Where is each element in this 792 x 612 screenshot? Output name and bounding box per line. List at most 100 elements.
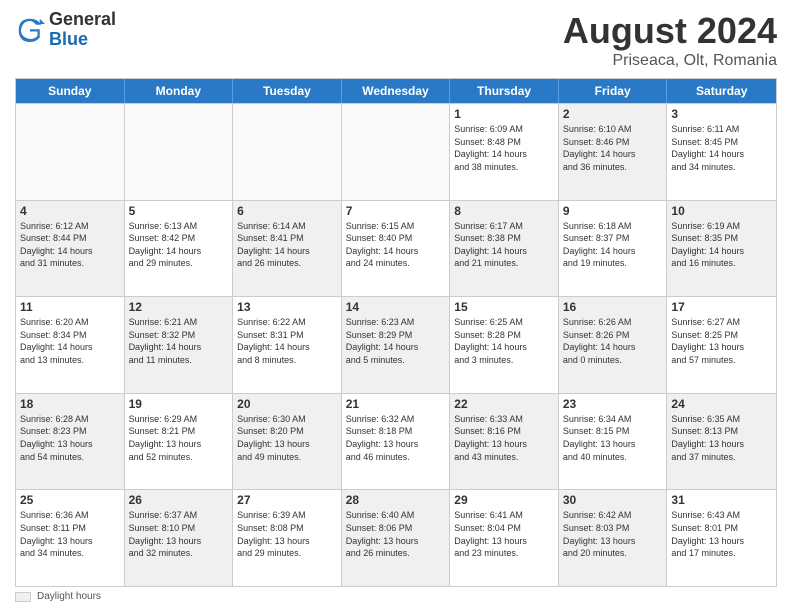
day-info: Sunrise: 6:12 AM Sunset: 8:44 PM Dayligh… (20, 220, 120, 270)
calendar-cell: 17Sunrise: 6:27 AM Sunset: 8:25 PM Dayli… (667, 297, 776, 393)
day-info: Sunrise: 6:40 AM Sunset: 8:06 PM Dayligh… (346, 509, 446, 559)
day-number: 6 (237, 204, 337, 218)
title-location: Priseaca, Olt, Romania (563, 52, 777, 70)
calendar: SundayMondayTuesdayWednesdayThursdayFrid… (15, 78, 777, 587)
calendar-header: SundayMondayTuesdayWednesdayThursdayFrid… (16, 79, 776, 103)
calendar-cell: 23 Sunrise: 6:34 AM Sunset: 8:15 PM Dayli… (559, 394, 668, 490)
logo-icon (15, 15, 45, 45)
day-info: Sunrise: 6:27 AM Sunset: 8:25 PM Dayligh… (671, 316, 772, 366)
day-number: 3 (671, 107, 772, 121)
day-number: 21 (346, 397, 446, 411)
calendar-cell: 13Sunrise: 6:22 AM Sunset: 8:31 PM Dayli… (233, 297, 342, 393)
day-number: 14 (346, 300, 446, 314)
day-number: 16 (563, 300, 663, 314)
calendar-cell: 2 Sunrise: 6:10 AM Sunset: 8:46 PM Daylig… (559, 104, 668, 200)
day-info: Sunrise: 6:32 AM Sunset: 8:18 PM Dayligh… (346, 413, 446, 463)
day-number: 5 (129, 204, 229, 218)
calendar-cell: 22 Sunrise: 6:33 AM Sunset: 8:16 PM Dayli… (450, 394, 559, 490)
calendar-cell: 4 Sunrise: 6:12 AM Sunset: 8:44 PM Daylig… (16, 201, 125, 297)
day-info: Sunrise: 6:30 AM Sunset: 8:20 PM Dayligh… (237, 413, 337, 463)
calendar-cell: 5Sunrise: 6:13 AM Sunset: 8:42 PM Daylig… (125, 201, 234, 297)
calendar-cell: 1 Sunrise: 6:09 AM Sunset: 8:48 PM Daylig… (450, 104, 559, 200)
title-block: August 2024 Priseaca, Olt, Romania (563, 10, 777, 70)
title-month: August 2024 (563, 10, 777, 52)
logo: General Blue (15, 10, 116, 50)
calendar-cell: 11Sunrise: 6:20 AM Sunset: 8:34 PM Dayli… (16, 297, 125, 393)
day-number: 22 (454, 397, 554, 411)
day-number: 9 (563, 204, 663, 218)
calendar-header-cell-sunday: Sunday (16, 79, 125, 103)
day-number: 28 (346, 493, 446, 507)
calendar-cell: 8Sunrise: 6:17 AM Sunset: 8:38 PM Daylig… (450, 201, 559, 297)
day-number: 25 (20, 493, 120, 507)
legend-box (15, 592, 31, 602)
day-info: Sunrise: 6:37 AM Sunset: 8:10 PM Dayligh… (129, 509, 229, 559)
calendar-cell: 29Sunrise: 6:41 AM Sunset: 8:04 PM Dayli… (450, 490, 559, 586)
day-info: Sunrise: 6:19 AM Sunset: 8:35 PM Dayligh… (671, 220, 772, 270)
calendar-cell: 19Sunrise: 6:29 AM Sunset: 8:21 PM Dayli… (125, 394, 234, 490)
day-info: Sunrise: 6:21 AM Sunset: 8:32 PM Dayligh… (129, 316, 229, 366)
day-number: 19 (129, 397, 229, 411)
day-info: Sunrise: 6:28 AM Sunset: 8:23 PM Dayligh… (20, 413, 120, 463)
calendar-cell: 25 Sunrise: 6:36 AM Sunset: 8:11 PM Dayli… (16, 490, 125, 586)
day-info: Sunrise: 6:41 AM Sunset: 8:04 PM Dayligh… (454, 509, 554, 559)
calendar-cell: 10Sunrise: 6:19 AM Sunset: 8:35 PM Dayli… (667, 201, 776, 297)
day-info: Sunrise: 6:14 AM Sunset: 8:41 PM Dayligh… (237, 220, 337, 270)
day-number: 24 (671, 397, 772, 411)
day-info: Sunrise: 6:39 AM Sunset: 8:08 PM Dayligh… (237, 509, 337, 559)
calendar-header-cell-friday: Friday (559, 79, 668, 103)
calendar-cell: 3 Sunrise: 6:11 AM Sunset: 8:45 PM Daylig… (667, 104, 776, 200)
day-number: 18 (20, 397, 120, 411)
calendar-cell: 24 Sunrise: 6:35 AM Sunset: 8:13 PM Dayli… (667, 394, 776, 490)
calendar-cell: 21 Sunrise: 6:32 AM Sunset: 8:18 PM Dayli… (342, 394, 451, 490)
day-number: 7 (346, 204, 446, 218)
day-info: Sunrise: 6:34 AM Sunset: 8:15 PM Dayligh… (563, 413, 663, 463)
calendar-cell: 16 Sunrise: 6:26 AM Sunset: 8:26 PM Dayli… (559, 297, 668, 393)
day-info: Sunrise: 6:26 AM Sunset: 8:26 PM Dayligh… (563, 316, 663, 366)
calendar-cell: 14 Sunrise: 6:23 AM Sunset: 8:29 PM Dayli… (342, 297, 451, 393)
day-number: 12 (129, 300, 229, 314)
calendar-cell: 7 Sunrise: 6:15 AM Sunset: 8:40 PM Daylig… (342, 201, 451, 297)
day-info: Sunrise: 6:20 AM Sunset: 8:34 PM Dayligh… (20, 316, 120, 366)
calendar-week-3: 11Sunrise: 6:20 AM Sunset: 8:34 PM Dayli… (16, 296, 776, 393)
calendar-cell: 18 Sunrise: 6:28 AM Sunset: 8:23 PM Dayli… (16, 394, 125, 490)
calendar-cell: 26 Sunrise: 6:37 AM Sunset: 8:10 PM Dayli… (125, 490, 234, 586)
day-info: Sunrise: 6:17 AM Sunset: 8:38 PM Dayligh… (454, 220, 554, 270)
calendar-cell: 30Sunrise: 6:42 AM Sunset: 8:03 PM Dayli… (559, 490, 668, 586)
logo-text: General Blue (49, 10, 116, 50)
day-info: Sunrise: 6:09 AM Sunset: 8:48 PM Dayligh… (454, 123, 554, 173)
calendar-cell: 28 Sunrise: 6:40 AM Sunset: 8:06 PM Dayli… (342, 490, 451, 586)
day-info: Sunrise: 6:36 AM Sunset: 8:11 PM Dayligh… (20, 509, 120, 559)
day-info: Sunrise: 6:22 AM Sunset: 8:31 PM Dayligh… (237, 316, 337, 366)
calendar-cell: 6 Sunrise: 6:14 AM Sunset: 8:41 PM Daylig… (233, 201, 342, 297)
calendar-header-cell-monday: Monday (125, 79, 234, 103)
day-info: Sunrise: 6:11 AM Sunset: 8:45 PM Dayligh… (671, 123, 772, 173)
page: General Blue August 2024 Priseaca, Olt, … (0, 0, 792, 612)
logo-blue-text: Blue (49, 29, 88, 49)
day-info: Sunrise: 6:18 AM Sunset: 8:37 PM Dayligh… (563, 220, 663, 270)
calendar-cell (342, 104, 451, 200)
day-info: Sunrise: 6:10 AM Sunset: 8:46 PM Dayligh… (563, 123, 663, 173)
calendar-week-5: 25 Sunrise: 6:36 AM Sunset: 8:11 PM Dayli… (16, 489, 776, 586)
calendar-week-1: 1 Sunrise: 6:09 AM Sunset: 8:48 PM Daylig… (16, 103, 776, 200)
calendar-cell: 20Sunrise: 6:30 AM Sunset: 8:20 PM Dayli… (233, 394, 342, 490)
calendar-cell: 12 Sunrise: 6:21 AM Sunset: 8:32 PM Dayli… (125, 297, 234, 393)
day-info: Sunrise: 6:35 AM Sunset: 8:13 PM Dayligh… (671, 413, 772, 463)
day-info: Sunrise: 6:25 AM Sunset: 8:28 PM Dayligh… (454, 316, 554, 366)
calendar-header-cell-tuesday: Tuesday (233, 79, 342, 103)
calendar-header-cell-thursday: Thursday (450, 79, 559, 103)
calendar-cell: 27Sunrise: 6:39 AM Sunset: 8:08 PM Dayli… (233, 490, 342, 586)
header: General Blue August 2024 Priseaca, Olt, … (15, 10, 777, 70)
day-number: 26 (129, 493, 229, 507)
day-number: 23 (563, 397, 663, 411)
day-number: 4 (20, 204, 120, 218)
day-info: Sunrise: 6:15 AM Sunset: 8:40 PM Dayligh… (346, 220, 446, 270)
day-info: Sunrise: 6:23 AM Sunset: 8:29 PM Dayligh… (346, 316, 446, 366)
day-number: 2 (563, 107, 663, 121)
legend: Daylight hours (15, 591, 777, 602)
day-info: Sunrise: 6:33 AM Sunset: 8:16 PM Dayligh… (454, 413, 554, 463)
day-number: 31 (671, 493, 772, 507)
calendar-cell (233, 104, 342, 200)
calendar-week-4: 18 Sunrise: 6:28 AM Sunset: 8:23 PM Dayli… (16, 393, 776, 490)
day-number: 1 (454, 107, 554, 121)
